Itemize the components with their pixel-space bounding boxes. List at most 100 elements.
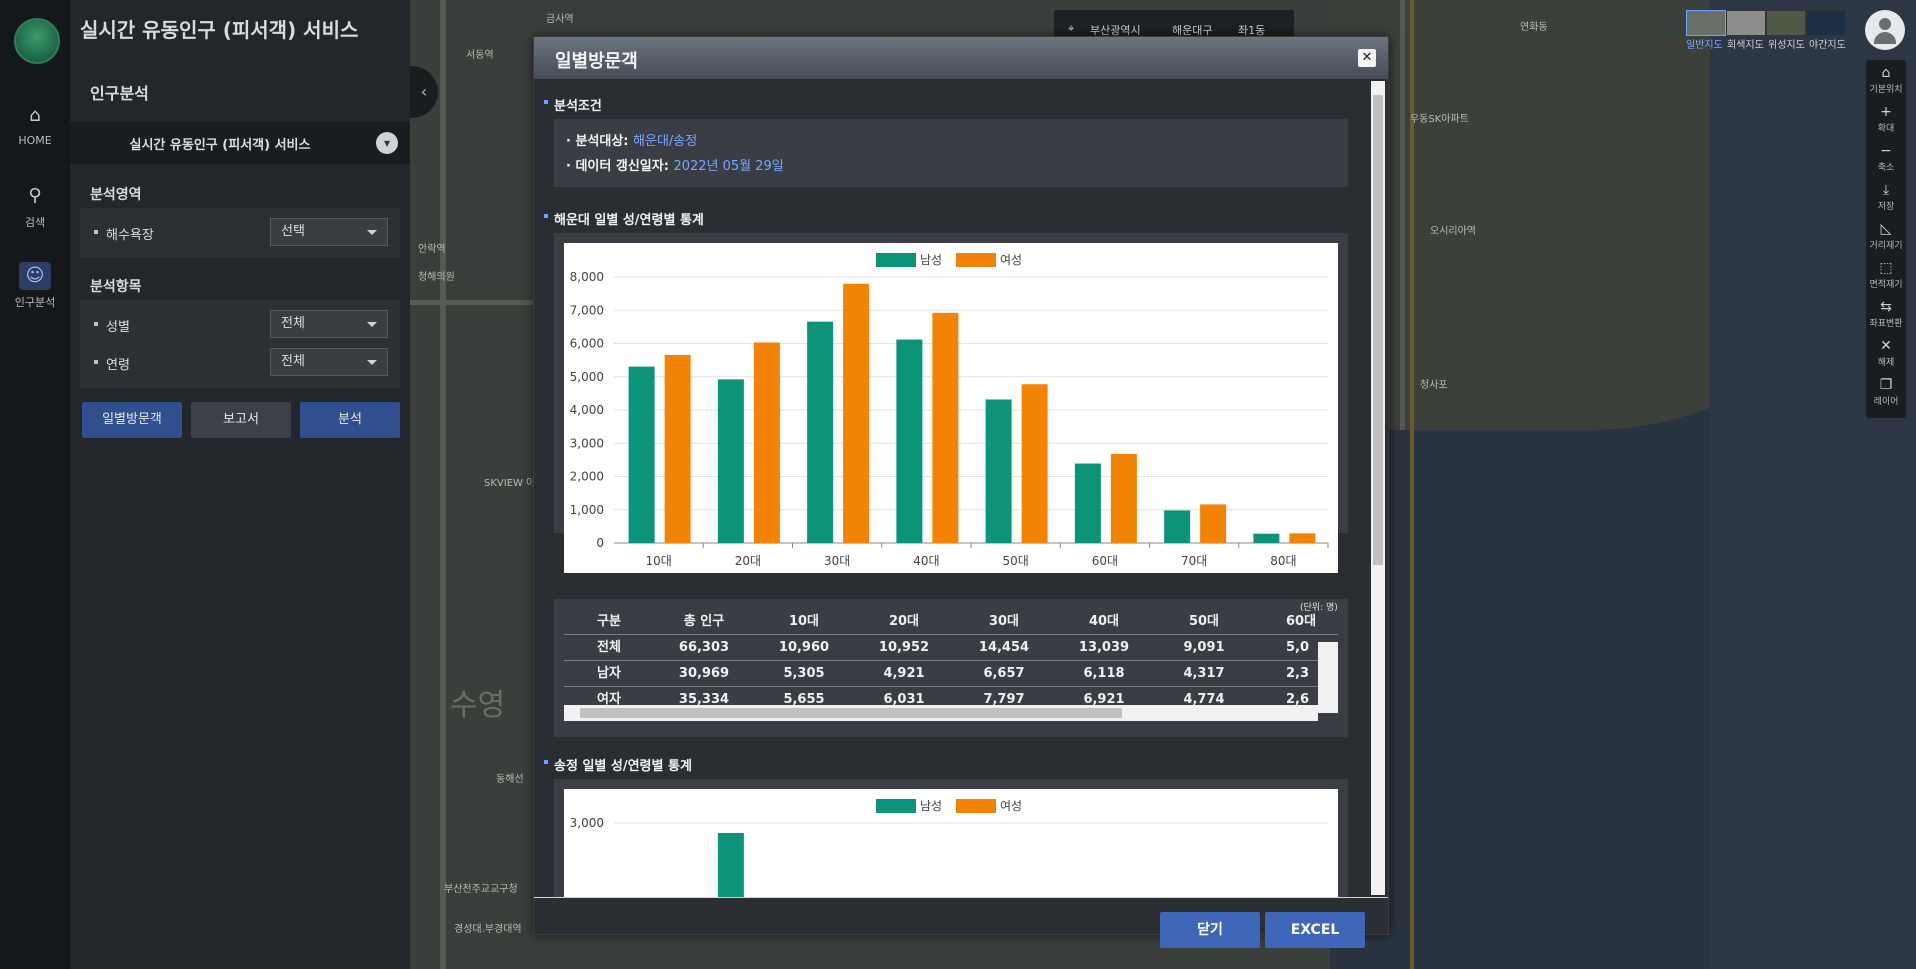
logo-icon xyxy=(14,18,60,64)
nav-search[interactable]: ⚲ 검색 xyxy=(0,182,70,230)
table-cell: 4,317 xyxy=(1183,666,1225,681)
map-type-gray[interactable] xyxy=(1726,10,1766,36)
footer-divider xyxy=(534,897,1388,898)
bar xyxy=(896,339,923,543)
y-tick-label: 0 xyxy=(596,536,604,550)
service-select[interactable]: 실시간 유동인구 (피서객) 서비스 ▾ xyxy=(70,122,410,164)
map-type-switcher: 일반지도 회색지도 위성지도 야간지도 xyxy=(1686,10,1850,51)
tool-layer[interactable]: ❐ 레이어 xyxy=(1866,376,1906,407)
user-avatar[interactable] xyxy=(1865,10,1905,50)
table-cell: 5,0 xyxy=(1286,640,1310,655)
minus-icon: − xyxy=(1880,143,1892,159)
pin-icon: ⌖ xyxy=(1068,22,1075,35)
table-cell: 30,969 xyxy=(678,666,730,681)
tool-clear[interactable]: ✕ 해제 xyxy=(1866,337,1906,368)
gender-select[interactable]: 전체 xyxy=(270,310,388,338)
analyze-button[interactable]: 분석 xyxy=(300,402,400,438)
y-tick-label: 8,000 xyxy=(570,270,604,284)
table-vertical-scrollbar[interactable] xyxy=(1318,642,1338,713)
y-tick-label: 2,000 xyxy=(570,470,604,484)
bar xyxy=(807,321,834,543)
map-label: 청사포 xyxy=(1420,380,1448,391)
nav-home-label: HOME xyxy=(18,134,52,147)
table-cell: 2,3 xyxy=(1286,666,1310,681)
tool-save[interactable]: ⤓ 저장 xyxy=(1866,181,1906,212)
left-nav: ⌂ HOME ⚲ 검색 ☺ 인구분석 xyxy=(0,0,70,969)
x-tick-label: 70대 xyxy=(1181,554,1207,568)
scroll-thumb[interactable] xyxy=(580,708,1122,718)
map-label: 우동SK아파트 xyxy=(1410,114,1469,125)
haeundae-bar-chart: 0 1,000 2,000 3,000 4,000 5,000 6,000 7,000 8,00… xyxy=(570,270,1329,568)
condition-heading: 분석조건 xyxy=(544,95,602,114)
tool-zoom-out[interactable]: − 축소 xyxy=(1866,142,1906,173)
map-toolbar: ⌂ 기본위치 + 확대 − 축소 ⤓ 저장 ◺ 거리재기 ⬚ 면적재기 ⇆ 좌표변환 ✕ 해제 … xyxy=(1866,60,1906,418)
chevron-down-icon[interactable]: ▾ xyxy=(376,132,398,154)
tool-zoom-in[interactable]: + 확대 xyxy=(1866,103,1906,134)
table-cell: 10,952 xyxy=(878,640,930,655)
table-horizontal-scrollbar[interactable] xyxy=(564,705,1318,721)
daily-visitors-button[interactable]: 일별방문객 xyxy=(82,402,182,438)
nav-population-label: 인구분석 xyxy=(14,296,56,309)
map-road xyxy=(1410,0,1414,969)
map-label: 금사역 xyxy=(546,14,574,25)
tool-convert-coords[interactable]: ⇆ 좌표변환 xyxy=(1866,298,1906,329)
stats-table[interactable]: 구분 총 인구 10대 20대 30대 40대 50대 60대 전체 66,30… xyxy=(564,609,1338,713)
age-select[interactable]: 전체 xyxy=(270,348,388,376)
table-cell: 6,118 xyxy=(1083,666,1125,681)
condition-box: · 분석대상: 해운대/송정 · 데이터 갱신일자: 2022년 05월 29일 xyxy=(554,119,1348,187)
excel-button[interactable]: EXCEL xyxy=(1265,912,1365,948)
age-field: 연령 전체 xyxy=(90,346,390,378)
bar xyxy=(1200,504,1227,543)
date-label: · 데이터 갱신일자: xyxy=(566,159,669,174)
modal-header: 일별방문객 ✕ xyxy=(534,37,1388,79)
x-tick-label: 80대 xyxy=(1270,554,1296,568)
bar xyxy=(717,379,744,543)
report-button[interactable]: 보고서 xyxy=(191,402,291,438)
gender-field: 성별 전체 xyxy=(90,308,390,340)
user-icon xyxy=(1879,18,1891,30)
table-header: 20대 xyxy=(888,614,920,629)
table-cell: 9,091 xyxy=(1183,640,1225,655)
table-cell: 남자 xyxy=(597,666,621,681)
beach-field: 해수욕장 선택 xyxy=(90,216,390,248)
bar xyxy=(717,832,744,897)
y-tick-label: 3,000 xyxy=(570,816,604,830)
area-icon: ⬚ xyxy=(1879,260,1893,276)
bar xyxy=(628,366,655,543)
bar xyxy=(1164,510,1191,543)
beach-select[interactable]: 선택 xyxy=(270,218,388,246)
nav-home[interactable]: ⌂ HOME xyxy=(0,102,70,147)
ruler-icon: ◺ xyxy=(1880,221,1892,237)
haeundae-heading: 해운대 일별 성/연령별 통계 xyxy=(544,209,704,228)
haeundae-chart: 남성 여성 0 1,000 2,000 3,000 4,000 5,000 6,000 7,0… xyxy=(564,243,1338,573)
modal-close-button[interactable]: ✕ xyxy=(1358,49,1376,67)
modal-body[interactable]: 분석조건 · 분석대상: 해운대/송정 · 데이터 갱신일자: 2022년 05… xyxy=(534,79,1388,897)
bar xyxy=(1074,463,1101,543)
map-road xyxy=(440,0,446,969)
table-cell: 5,305 xyxy=(783,666,825,681)
modal-vertical-scrollbar[interactable] xyxy=(1371,81,1385,895)
table-row: 전체 66,303 10,960 10,952 14,454 13,039 9,… xyxy=(564,634,1338,660)
songjeong-chart: 남성 여성 3,000 xyxy=(564,789,1338,897)
panel-heading: 인구분석 xyxy=(90,84,149,103)
target-line: · 분석대상: 해운대/송정 xyxy=(566,130,697,149)
close-button[interactable]: 닫기 xyxy=(1160,912,1260,948)
map-type-label: 회색지도 xyxy=(1727,40,1764,51)
map-type-satellite[interactable] xyxy=(1766,10,1806,36)
legend-male: 남성 xyxy=(920,253,943,267)
tool-measure-area[interactable]: ⬚ 면적재기 xyxy=(1866,259,1906,290)
map-type-night[interactable] xyxy=(1806,10,1846,36)
table-header: 10대 xyxy=(788,614,820,629)
map-label: 경성대.부경대역 xyxy=(454,924,522,935)
map-type-normal[interactable] xyxy=(1686,10,1726,36)
songjeong-bar-chart: 3,000 xyxy=(570,816,1328,897)
legend-male-swatch xyxy=(876,253,916,267)
tool-home-position[interactable]: ⌂ 기본위치 xyxy=(1866,64,1906,95)
legend-female: 여성 xyxy=(1000,253,1023,267)
tool-measure-distance[interactable]: ◺ 거리재기 xyxy=(1866,220,1906,251)
table-row: 남자 30,969 5,305 4,921 6,657 6,118 4,317 … xyxy=(564,660,1338,686)
nav-population-analysis[interactable]: ☺ 인구분석 xyxy=(0,262,70,310)
scroll-thumb[interactable] xyxy=(1373,95,1383,565)
stats-table-panel: (단위: 명) 구분 총 인구 10대 20대 30대 40대 50대 60대 … xyxy=(554,599,1348,737)
daily-visitors-modal: 일별방문객 ✕ 분석조건 · 분석대상: 해운대/송정 · 데이터 갱신일자: … xyxy=(533,36,1389,948)
